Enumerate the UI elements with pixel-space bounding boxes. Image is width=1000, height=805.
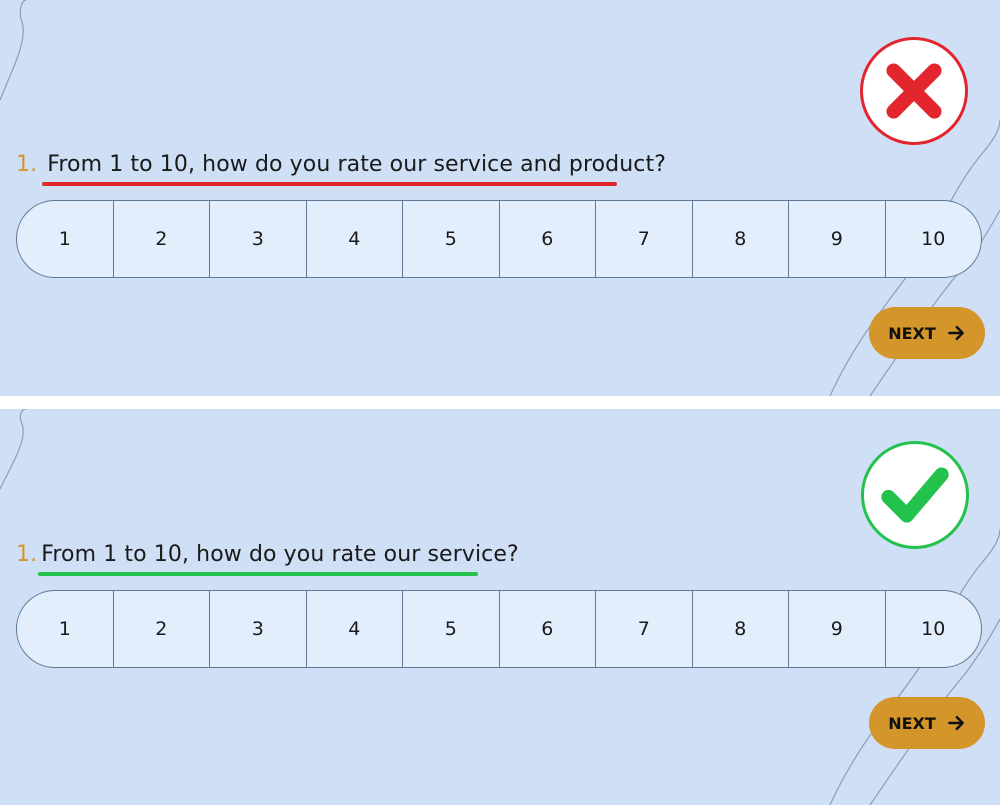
- question-text: From 1 to 10, how do you rate our servic…: [47, 152, 666, 177]
- rating-option-3[interactable]: 3: [210, 201, 307, 277]
- rating-option-6[interactable]: 6: [500, 591, 596, 667]
- question-number: 1.: [16, 152, 38, 177]
- rating-option-3[interactable]: 3: [210, 591, 307, 667]
- rating-option-1[interactable]: 1: [17, 591, 114, 667]
- question-text: From 1 to 10, how do you rate our servic…: [41, 542, 519, 567]
- rating-scale: 1 2 3 4 5 6 7 8 9 10: [16, 590, 982, 668]
- rating-option-4[interactable]: 4: [307, 591, 403, 667]
- rating-option-5[interactable]: 5: [403, 201, 500, 277]
- cross-icon: [886, 63, 942, 119]
- rating-option-2[interactable]: 2: [114, 201, 210, 277]
- rating-option-9[interactable]: 9: [789, 201, 886, 277]
- rating-option-5[interactable]: 5: [403, 591, 500, 667]
- rating-option-4[interactable]: 4: [307, 201, 403, 277]
- rating-option-10[interactable]: 10: [886, 201, 982, 277]
- red-underline: [42, 182, 617, 186]
- rating-option-8[interactable]: 8: [693, 591, 789, 667]
- decorative-lines: [0, 0, 1000, 396]
- green-underline: [38, 572, 478, 576]
- rating-option-7[interactable]: 7: [596, 201, 693, 277]
- next-label: NEXT: [888, 713, 936, 733]
- rating-scale: 1 2 3 4 5 6 7 8 9 10: [16, 200, 982, 278]
- rating-option-7[interactable]: 7: [596, 591, 693, 667]
- rating-option-1[interactable]: 1: [17, 201, 114, 277]
- next-label: NEXT: [888, 323, 936, 343]
- rating-option-2[interactable]: 2: [114, 591, 210, 667]
- correct-badge: [861, 441, 969, 549]
- arrow-right-icon: [947, 325, 964, 341]
- next-button[interactable]: NEXT: [869, 697, 985, 749]
- incorrect-badge: [860, 37, 968, 145]
- arrow-right-icon: [947, 715, 964, 731]
- rating-option-9[interactable]: 9: [789, 591, 886, 667]
- rating-option-10[interactable]: 10: [886, 591, 982, 667]
- good-example-panel: 1. From 1 to 10, how do you rate our serv…: [0, 409, 1000, 805]
- rating-option-6[interactable]: 6: [500, 201, 596, 277]
- next-button[interactable]: NEXT: [869, 307, 985, 359]
- bad-example-panel: 1. From 1 to 10, how do you rate our serv…: [0, 0, 1000, 396]
- question-heading: 1. From 1 to 10, how do you rate our serv…: [16, 542, 519, 567]
- question-number: 1.: [16, 542, 38, 567]
- checkmark-icon: [881, 467, 949, 523]
- question-heading: 1. From 1 to 10, how do you rate our serv…: [16, 152, 666, 177]
- rating-option-8[interactable]: 8: [693, 201, 789, 277]
